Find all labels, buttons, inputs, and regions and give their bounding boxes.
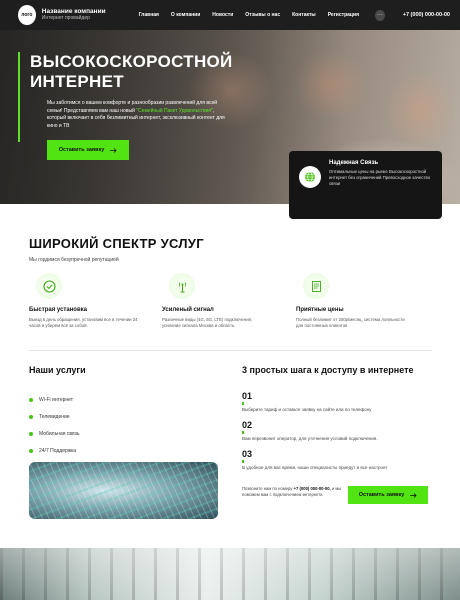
step-text: В удобное для вас время, наши специалист… xyxy=(242,465,388,470)
hero-title-line2: ИНТЕРНЕТ xyxy=(30,71,124,91)
step-number: 03 xyxy=(242,449,253,459)
feature-title: Быстрая установка xyxy=(29,307,87,313)
header-phone[interactable]: +7 (000) 000-00-00 xyxy=(403,12,450,18)
call-us-text: Позвоните нам по номеру +7 (000) 000-00-… xyxy=(242,486,352,499)
list-item[interactable]: Телевидение xyxy=(29,408,80,425)
step-text: Выберите тариф и оставьте заявку на сайт… xyxy=(242,407,372,412)
feature-title: Усиленый сигнал xyxy=(162,307,214,313)
hero-text-highlight: "Семейный Пакет Удовольствия" xyxy=(136,107,213,114)
steps-request-button[interactable]: Оставить заявку xyxy=(348,486,428,504)
brand-subtitle: Интернет провайдер xyxy=(41,14,90,21)
feature-fast-install: Быстрая установка Выезд в день обращения… xyxy=(29,273,139,329)
hero-request-button-label: Оставить заявку xyxy=(58,147,105,153)
nav-item-home[interactable]: Главная xyxy=(139,12,159,18)
card-title: Надежная Связь xyxy=(329,160,379,166)
step-number: 02 xyxy=(242,420,253,430)
arrow-right-icon xyxy=(110,147,117,153)
more-menu-button[interactable]: ··· xyxy=(374,9,385,21)
feature-nice-prices: Приятные цены Полный безлимит от 200р/ме… xyxy=(296,273,406,329)
call-phone[interactable]: +7 (000) 000-00-00, xyxy=(294,486,331,491)
feature-text: Выезд в день обращения, установим все в … xyxy=(29,317,138,329)
reliable-connection-card: Надежная Связь Оптимальные цены на рынке… xyxy=(289,151,442,219)
call-text-start: Позвоните нам по номеру xyxy=(242,486,293,491)
nav-item-news[interactable]: Новости xyxy=(212,12,233,18)
nav-item-about[interactable]: О компании xyxy=(171,12,200,18)
server-room-photo xyxy=(0,548,460,600)
step-accent xyxy=(242,431,244,434)
feature-title: Приятные цены xyxy=(296,307,344,313)
globe-icon xyxy=(299,166,321,188)
nav-item-reviews[interactable]: Отзывы о нас xyxy=(245,12,280,18)
our-services-title: Наши услуги xyxy=(29,365,86,375)
logo[interactable]: лого xyxy=(18,5,36,25)
brand: Название компании Интернет провайдер xyxy=(42,8,131,21)
hero-description: Мы заботимся о вашем комфорте и разнообр… xyxy=(47,100,227,130)
step-accent xyxy=(242,460,244,463)
hero-accent-line xyxy=(18,52,20,142)
list-item[interactable]: Wi-Fi интернет xyxy=(29,391,80,408)
our-services-list: Wi-Fi интернет Телевидение Мобильная свя… xyxy=(29,391,80,459)
feature-text: Различные виды (4G, 5G, LTE) подключения… xyxy=(162,317,253,329)
feature-strong-signal: Усиленый сигнал Различные виды (4G, 5G, … xyxy=(162,273,272,329)
nav-item-register[interactable]: Регистрация xyxy=(328,12,359,18)
fiber-optic-photo xyxy=(29,462,218,519)
step-3: 03 В удобное для вас время, наши специал… xyxy=(242,449,388,470)
services-subtitle: Мы гордимся безупречной репутацией xyxy=(29,257,119,263)
step-text: Вам перезвонит оператор, для уточнения у… xyxy=(242,436,378,441)
step-1: 01 Выберите тариф и оставьте заявку на с… xyxy=(242,391,371,412)
hero-request-button[interactable]: Оставить заявку xyxy=(47,140,129,160)
card-text: Оптимальные цены на рынке Высокоскоростн… xyxy=(329,169,431,187)
step-accent xyxy=(242,402,244,405)
main-nav: Главная О компании Новости Отзывы о нас … xyxy=(139,12,371,18)
card-body: Надежная Связь Оптимальные цены на рынке… xyxy=(329,160,432,210)
list-item[interactable]: 24/7 Поддержка xyxy=(29,442,80,459)
steps-title: 3 простых шага к доступу в интернете xyxy=(242,365,414,375)
check-circle-icon xyxy=(36,273,62,299)
nav-item-contacts[interactable]: Контакты xyxy=(292,12,316,18)
hero-title: ВЫСОКОСКОРОСТНОЙ ИНТЕРНЕТ xyxy=(30,52,233,91)
list-item[interactable]: Мобильная связь xyxy=(29,425,80,442)
services-title: ШИРОКИЙ СПЕКТР УСЛУГ xyxy=(29,236,204,251)
step-2: 02 Вам перезвонит оператор, для уточнени… xyxy=(242,420,378,441)
hero-title-line1: ВЫСОКОСКОРОСТНОЙ xyxy=(30,52,233,71)
top-header: лого Название компании Интернет провайде… xyxy=(0,0,460,30)
arrow-right-icon xyxy=(410,492,417,498)
section-divider xyxy=(29,350,432,351)
feature-text: Полный безлимит от 200р/месяц, система л… xyxy=(296,317,405,329)
step-number: 01 xyxy=(242,391,253,401)
steps-request-button-label: Оставить заявку xyxy=(358,492,405,498)
price-list-icon xyxy=(303,273,329,299)
antenna-icon xyxy=(169,273,195,299)
